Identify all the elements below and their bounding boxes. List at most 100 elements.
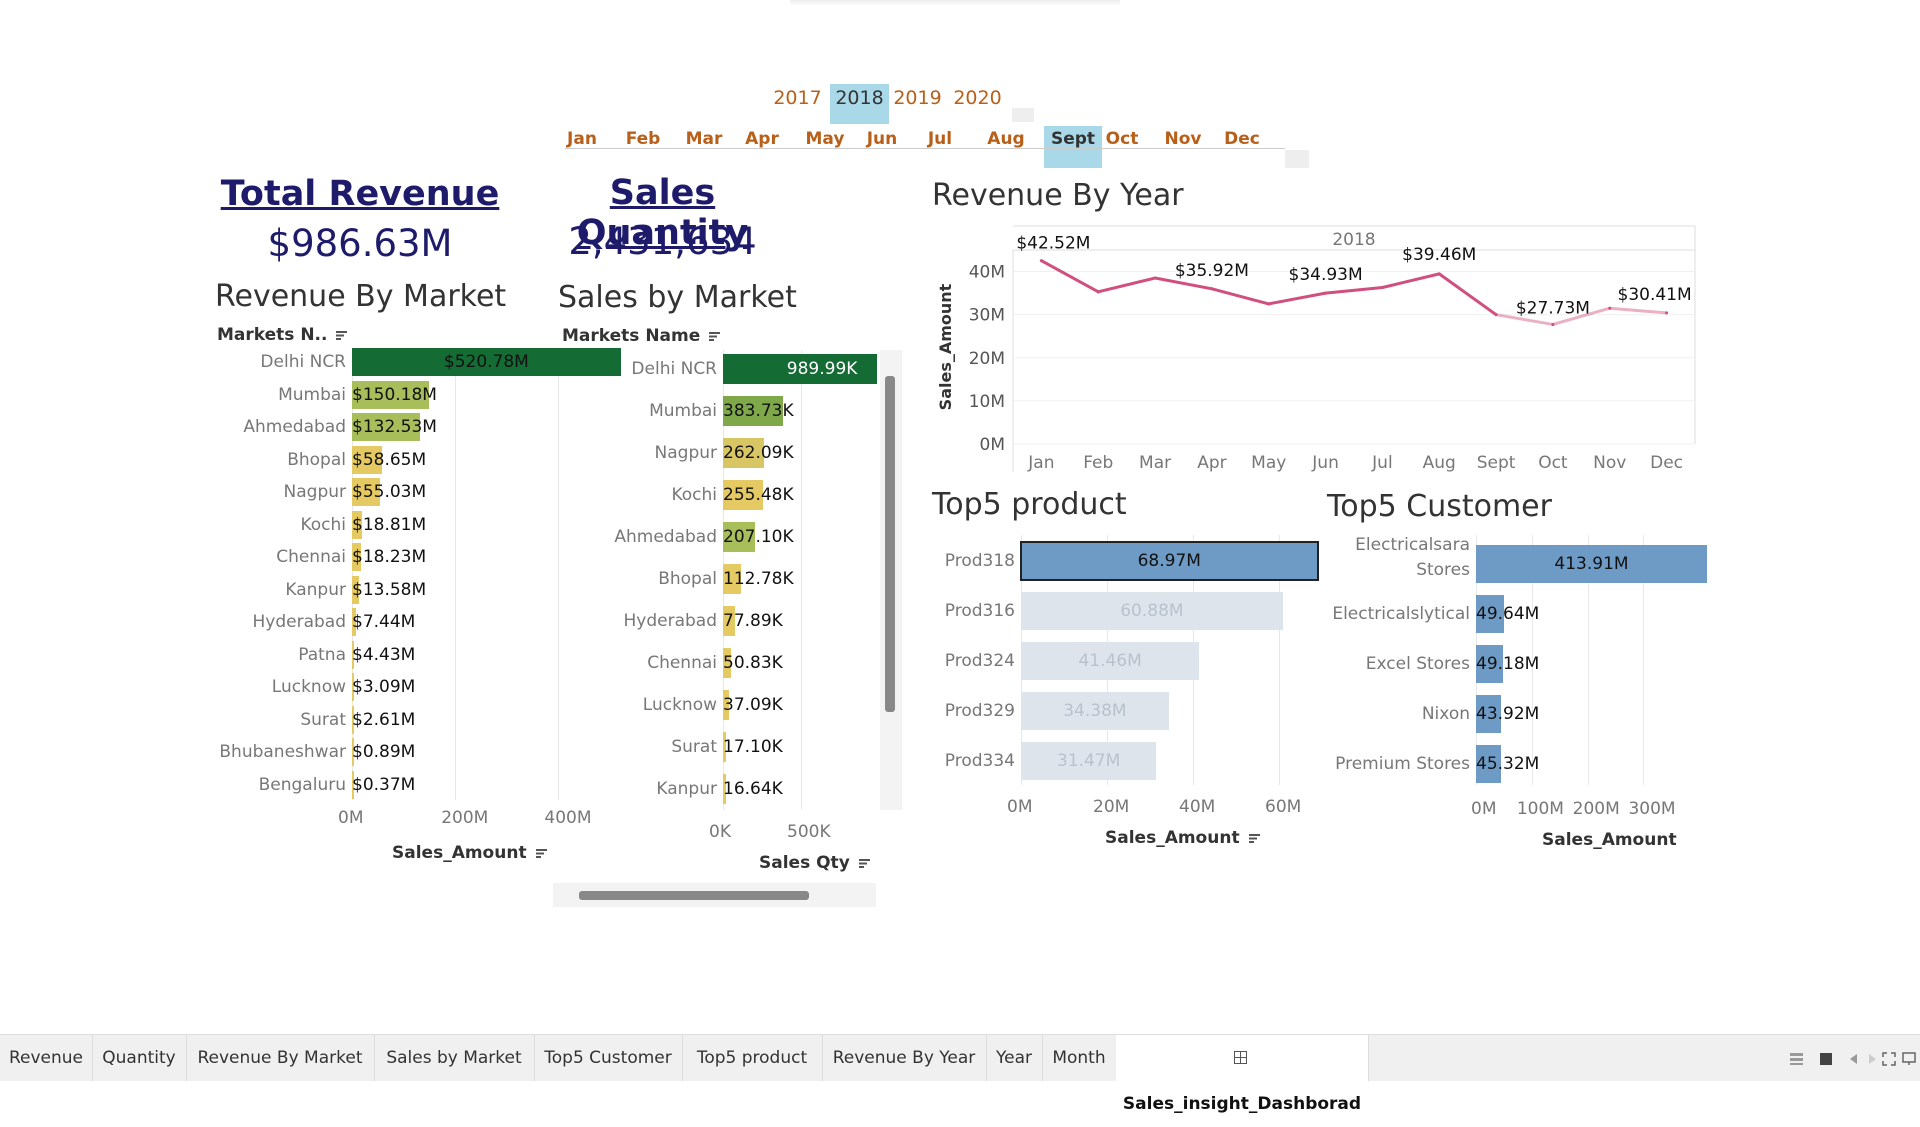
top5-product-chart: 0M 20M 40M 60M Prod318 68.97M Prod316 60.88M Pro… bbox=[930, 535, 1330, 825]
bar-row[interactable]: Delhi NCR $520.78M bbox=[200, 348, 621, 376]
bar-row[interactable]: Prod329 34.38M bbox=[930, 692, 1322, 730]
revenue-by-market-header[interactable]: Markets N.. bbox=[217, 325, 348, 345]
bar-row[interactable]: Patna $4.43M bbox=[200, 640, 610, 669]
sales-by-market-vscroll-thumb[interactable] bbox=[885, 376, 895, 712]
dashboard-grid-icon bbox=[1233, 1051, 1247, 1064]
bar-value-label: 45.32M bbox=[1476, 754, 1540, 774]
sales-by-market-header-label: Markets Name bbox=[562, 326, 701, 346]
bar-row[interactable]: Hyderabad 77.89K bbox=[555, 606, 879, 636]
next-sheet-icon[interactable] bbox=[1868, 1054, 1876, 1064]
bar-row[interactable]: Electricalsara Stores 413.91M bbox=[1320, 535, 1740, 583]
bar-row[interactable]: Ahmedabad 207.10K bbox=[555, 522, 879, 552]
month-sept[interactable]: Sept bbox=[1044, 126, 1102, 168]
bar-row[interactable]: Prod316 60.88M bbox=[930, 592, 1322, 630]
revenue-by-year-chart: 2018 0M 10M 20M 30M 40M Sales_Amount Jan Feb Mar A… bbox=[936, 225, 1696, 473]
sort-icon[interactable] bbox=[858, 858, 870, 868]
bar-row[interactable]: Bengaluru $0.37M bbox=[200, 770, 610, 799]
tab-top5-product[interactable]: Top5 product bbox=[682, 1035, 823, 1081]
bar-row[interactable]: Electricalslytical 49.64M bbox=[1320, 595, 1740, 633]
year-2018[interactable]: 2018 bbox=[830, 84, 889, 124]
bar-row[interactable]: Prod334 31.47M bbox=[930, 742, 1322, 780]
bar-row[interactable]: Surat $2.61M bbox=[200, 705, 610, 734]
sales-by-market-title: Sales by Market bbox=[558, 280, 797, 315]
sales-by-market-hscroll-thumb[interactable] bbox=[579, 891, 809, 900]
category-label: Nagpur bbox=[283, 482, 346, 502]
x-tick-label: 0K bbox=[709, 822, 731, 842]
category-label: Bhopal bbox=[658, 569, 717, 589]
bar-value-label: $4.43M bbox=[352, 644, 416, 665]
year-2017[interactable]: 2017 bbox=[770, 84, 825, 112]
bar-value-label: $58.65M bbox=[352, 449, 427, 470]
sort-icon[interactable] bbox=[1248, 833, 1260, 843]
bar-row[interactable]: Hyderabad $7.44M bbox=[200, 608, 610, 636]
bar-row[interactable]: Bhubaneshwar $0.89M bbox=[200, 738, 610, 766]
bar-row[interactable]: Nagpur $55.03M bbox=[200, 478, 610, 506]
y-tick-label: 0M bbox=[980, 435, 1005, 455]
bar-row[interactable]: Delhi NCR 989.99K bbox=[555, 354, 879, 384]
sort-icon[interactable] bbox=[535, 848, 547, 858]
tab-sales-by-market[interactable]: Sales by Market bbox=[374, 1035, 535, 1081]
bar-value-label: $2.61M bbox=[352, 709, 416, 730]
tab-quantity[interactable]: Quantity bbox=[92, 1035, 187, 1081]
line-segment bbox=[1437, 272, 1498, 317]
bar-value-label: 49.64M bbox=[1476, 604, 1540, 624]
bar-row[interactable]: Bhopal $58.65M bbox=[200, 445, 610, 474]
year-2020[interactable]: 2020 bbox=[950, 84, 1005, 112]
tab-sales-insight-dashboard[interactable]: Sales_insight_Dashborad bbox=[1116, 1035, 1369, 1114]
bar-row[interactable]: Bhopal 112.78K bbox=[555, 564, 879, 594]
tab-revenue[interactable]: Revenue bbox=[0, 1035, 93, 1081]
bar-row[interactable]: Kochi $18.81M bbox=[200, 510, 610, 539]
x-tick-label: Apr bbox=[1197, 453, 1226, 473]
bar-value-label: $0.89M bbox=[352, 742, 416, 762]
bar-row[interactable]: Mumbai $150.18M bbox=[200, 380, 610, 409]
x-tick-label: 40M bbox=[1179, 797, 1216, 817]
bar-row[interactable]: Lucknow 37.09K bbox=[555, 690, 879, 720]
bar-row[interactable]: Mumbai 383.73K bbox=[555, 396, 879, 426]
tab-top5-customer[interactable]: Top5 Customer bbox=[534, 1035, 683, 1081]
bar-row[interactable]: Nixon 43.92M bbox=[1320, 695, 1740, 733]
bar-row[interactable]: Lucknow $3.09M bbox=[200, 673, 610, 701]
bar-row[interactable]: Prod318 68.97M bbox=[930, 541, 1322, 581]
grid-view-icon[interactable] bbox=[1790, 1053, 1803, 1065]
bar-row[interactable]: Ahmedabad $132.53M bbox=[200, 413, 610, 441]
tab-revenue-by-market[interactable]: Revenue By Market bbox=[186, 1035, 375, 1081]
line-segment bbox=[1096, 276, 1157, 294]
tab-month[interactable]: Month bbox=[1042, 1035, 1117, 1081]
tab-revenue-by-year[interactable]: Revenue By Year bbox=[822, 1035, 987, 1081]
category-label: Delhi NCR bbox=[260, 352, 346, 372]
line-segment bbox=[1608, 306, 1669, 315]
fit-screen-icon[interactable] bbox=[1882, 1052, 1896, 1066]
bar-row[interactable]: Premium Stores 45.32M bbox=[1320, 745, 1740, 783]
presentation-mode-icon[interactable] bbox=[1902, 1052, 1916, 1066]
bar-row[interactable]: Surat 17.10K bbox=[555, 732, 879, 762]
filmstrip-view-icon[interactable] bbox=[1820, 1053, 1832, 1065]
bar-row[interactable]: Kochi 255.48K bbox=[555, 480, 879, 510]
category-label: Bhopal bbox=[287, 449, 346, 470]
revenue-by-market-xlabel-text: Sales_Amount bbox=[392, 843, 527, 863]
bar-row[interactable]: Prod324 41.46M bbox=[930, 642, 1322, 680]
category-label: Nixon bbox=[1421, 704, 1470, 724]
data-point bbox=[1039, 259, 1043, 263]
bar-value-label: $0.37M bbox=[352, 774, 416, 795]
year-2019[interactable]: 2019 bbox=[890, 84, 945, 112]
data-point bbox=[1267, 302, 1271, 306]
x-tick-label: Nov bbox=[1593, 453, 1626, 473]
sort-icon[interactable] bbox=[336, 330, 348, 340]
bar-row[interactable]: Chennai 50.83K bbox=[555, 648, 879, 678]
bar-value-label: $18.81M bbox=[352, 514, 427, 535]
year-filter-scroll[interactable] bbox=[1012, 108, 1034, 122]
category-label: Mumbai bbox=[649, 401, 717, 421]
bar-row[interactable]: Excel Stores 49.18M bbox=[1320, 645, 1740, 683]
bar-row[interactable]: Chennai $18.23M bbox=[200, 543, 610, 571]
x-tick-label: 20M bbox=[1093, 797, 1130, 817]
top5-customer-title: Top5 Customer bbox=[1327, 489, 1552, 524]
bar-row[interactable]: Kanpur 16.64K bbox=[555, 774, 879, 804]
bar-row[interactable]: Nagpur 262.09K bbox=[555, 438, 879, 468]
sales-by-market-header[interactable]: Markets Name bbox=[562, 326, 721, 346]
bar-value-label: $132.53M bbox=[352, 417, 437, 437]
month-filter-scroll[interactable] bbox=[1285, 150, 1309, 168]
sort-icon[interactable] bbox=[709, 331, 721, 341]
tab-year[interactable]: Year bbox=[986, 1035, 1043, 1081]
bar-row[interactable]: Kanpur $13.58M bbox=[200, 575, 610, 604]
previous-sheet-icon[interactable] bbox=[1850, 1054, 1858, 1064]
